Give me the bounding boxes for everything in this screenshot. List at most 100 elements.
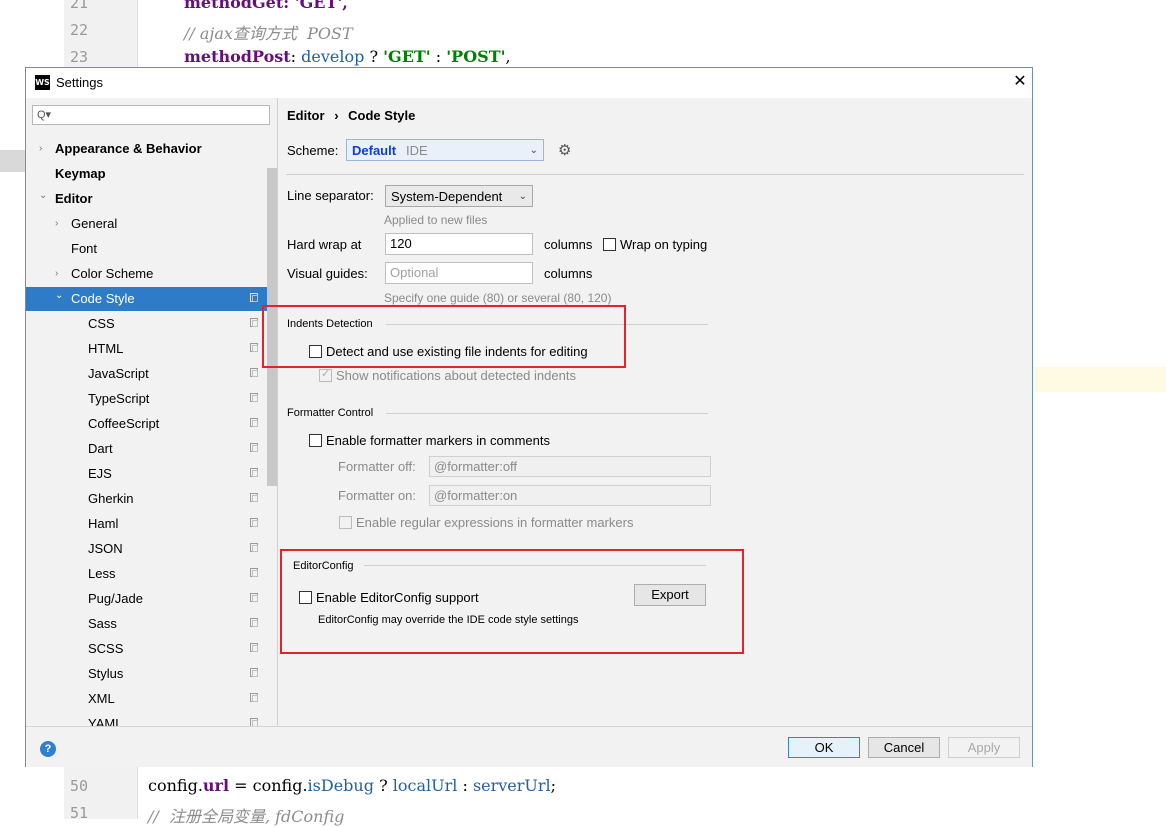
scheme-dropdown[interactable]: Default IDE ⌄	[346, 139, 544, 161]
breadcrumb: Editor › Code Style	[287, 108, 415, 123]
sidebar-item-keymap[interactable]: Keymap	[26, 162, 267, 186]
sidebar-item-pug-jade[interactable]: Pug/Jade	[26, 587, 267, 611]
sidebar-item-editor[interactable]: ⌄ Editor	[26, 187, 267, 211]
visual-guides-unit: columns	[544, 266, 593, 281]
code-punct: ;	[550, 776, 557, 795]
gear-icon[interactable]: ⚙	[558, 141, 571, 159]
chevron-right-icon[interactable]: ›	[55, 212, 58, 236]
sidebar-item-code-style[interactable]: ⌄ Code Style	[26, 287, 267, 311]
sidebar-item-scss[interactable]: SCSS	[26, 637, 267, 661]
hard-wrap-input[interactable]: 120	[385, 233, 533, 255]
dialog-footer: ? OK Cancel Apply	[26, 726, 1032, 767]
sidebar-item-label: Haml	[88, 516, 119, 531]
breadcrumb-editor[interactable]: Editor	[287, 108, 325, 123]
code-punct: :	[290, 47, 297, 66]
sidebar-item-json[interactable]: JSON	[26, 537, 267, 561]
chevron-down-icon[interactable]: ⌄	[55, 284, 63, 308]
scheme-label: Scheme:	[287, 143, 339, 158]
sidebar-item-coffeescript[interactable]: CoffeeScript	[26, 412, 267, 436]
sidebar-item-label: Pug/Jade	[88, 591, 143, 606]
close-icon[interactable]: ✕	[1010, 71, 1030, 93]
sidebar-item-yaml[interactable]: YAML	[26, 712, 267, 726]
formatter-markers-checkbox[interactable]	[309, 434, 322, 447]
hard-wrap-label: Hard wrap at	[287, 237, 362, 252]
sidebar-item-xml[interactable]: XML	[26, 687, 267, 711]
breadcrumb-code-style: Code Style	[348, 108, 416, 123]
sidebar-item-sass[interactable]: Sass	[26, 612, 267, 636]
dialog-title: Settings	[56, 75, 103, 90]
regex-markers-checkbox[interactable]	[339, 516, 352, 529]
sidebar-item-appearance-behavior[interactable]: › Appearance & Behavior	[26, 137, 267, 161]
sidebar-item-html[interactable]: HTML	[26, 337, 267, 361]
wrap-on-typing-checkbox[interactable]	[603, 238, 616, 251]
code-ident: serverUrl	[472, 776, 551, 795]
project-scheme-icon	[250, 393, 258, 402]
breadcrumb-separator: ›	[334, 108, 339, 123]
project-scheme-icon	[250, 468, 258, 477]
sidebar-item-less[interactable]: Less	[26, 562, 267, 586]
sidebar-item-typescript[interactable]: TypeScript	[26, 387, 267, 411]
code-ident: config	[252, 776, 303, 795]
project-scheme-icon	[250, 568, 258, 577]
project-scheme-icon	[250, 318, 258, 327]
formatter-markers-label: Enable formatter markers in comments	[326, 433, 550, 448]
sidebar-item-label: CoffeeScript	[88, 416, 160, 431]
sidebar-item-stylus[interactable]: Stylus	[26, 662, 267, 686]
formatter-on-label: Formatter on:	[338, 488, 417, 503]
project-scheme-icon	[250, 293, 258, 302]
divider	[386, 413, 708, 414]
code-punct: ,	[505, 47, 511, 66]
wrap-on-typing-label: Wrap on typing	[620, 237, 708, 252]
sidebar-item-label: CSS	[88, 316, 115, 331]
sidebar-item-label: XML	[88, 691, 115, 706]
line-separator-dropdown[interactable]: System-Dependent ⌄	[385, 185, 533, 207]
code-ident: config	[148, 776, 198, 795]
sidebar-item-javascript[interactable]: JavaScript	[26, 362, 267, 386]
line-number: 50	[70, 777, 89, 795]
formatter-off-input[interactable]: @formatter:off	[429, 456, 711, 477]
sidebar-item-label: JavaScript	[88, 366, 149, 381]
cancel-button[interactable]: Cancel	[868, 737, 940, 758]
line-separator-hint: Applied to new files	[384, 213, 488, 227]
chevron-right-icon[interactable]: ›	[39, 137, 42, 161]
code-style-panel: Editor › Code Style Scheme: Default IDE …	[262, 98, 1032, 726]
line-separator-label: Line separator:	[287, 188, 374, 203]
sidebar-item-gherkin[interactable]: Gherkin	[26, 487, 267, 511]
project-scheme-icon	[250, 443, 258, 452]
line-number: 22	[70, 21, 89, 39]
apply-button[interactable]: Apply	[948, 737, 1020, 758]
sidebar-item-label: Editor	[55, 191, 93, 206]
ok-button[interactable]: OK	[788, 737, 860, 758]
code-punct: ?	[369, 47, 379, 66]
settings-search-input[interactable]: Q▾	[32, 105, 270, 125]
visual-guides-input[interactable]: Optional	[385, 262, 533, 284]
code-ident: develop	[301, 47, 365, 66]
sidebar-item-css[interactable]: CSS	[26, 312, 267, 336]
highlight-box-indents	[262, 305, 626, 368]
sidebar-item-ejs[interactable]: EJS	[26, 462, 267, 486]
formatter-off-label: Formatter off:	[338, 459, 416, 474]
show-notifications-checkbox[interactable]	[319, 367, 332, 382]
chevron-right-icon[interactable]: ›	[55, 262, 58, 286]
formatter-on-input[interactable]: @formatter:on	[429, 485, 711, 506]
sidebar-item-label: EJS	[88, 466, 112, 481]
sidebar-item-label: Color Scheme	[71, 266, 154, 281]
sidebar-item-color-scheme[interactable]: › Color Scheme	[26, 262, 267, 286]
project-scheme-icon	[250, 368, 258, 377]
help-icon[interactable]: ?	[40, 741, 56, 757]
project-scheme-icon	[250, 718, 258, 726]
project-scheme-icon	[250, 618, 258, 627]
highlight-box-editorconfig	[280, 549, 744, 654]
code-text: methodGet: 'GET',	[184, 0, 348, 12]
regex-markers-label: Enable regular expressions in formatter …	[356, 515, 634, 530]
sidebar-item-label: General	[71, 216, 118, 231]
project-scheme-icon	[250, 693, 258, 702]
sidebar-item-haml[interactable]: Haml	[26, 512, 267, 536]
sidebar-item-font[interactable]: Font	[26, 237, 267, 261]
sidebar-item-dart[interactable]: Dart	[26, 437, 267, 461]
divider	[286, 174, 1024, 175]
sidebar-item-general[interactable]: › General	[26, 212, 267, 236]
code-line: methodPost: develop ? 'GET' : 'POST',	[184, 47, 511, 66]
chevron-down-icon[interactable]: ⌄	[39, 184, 47, 208]
code-punct: =	[234, 776, 248, 795]
